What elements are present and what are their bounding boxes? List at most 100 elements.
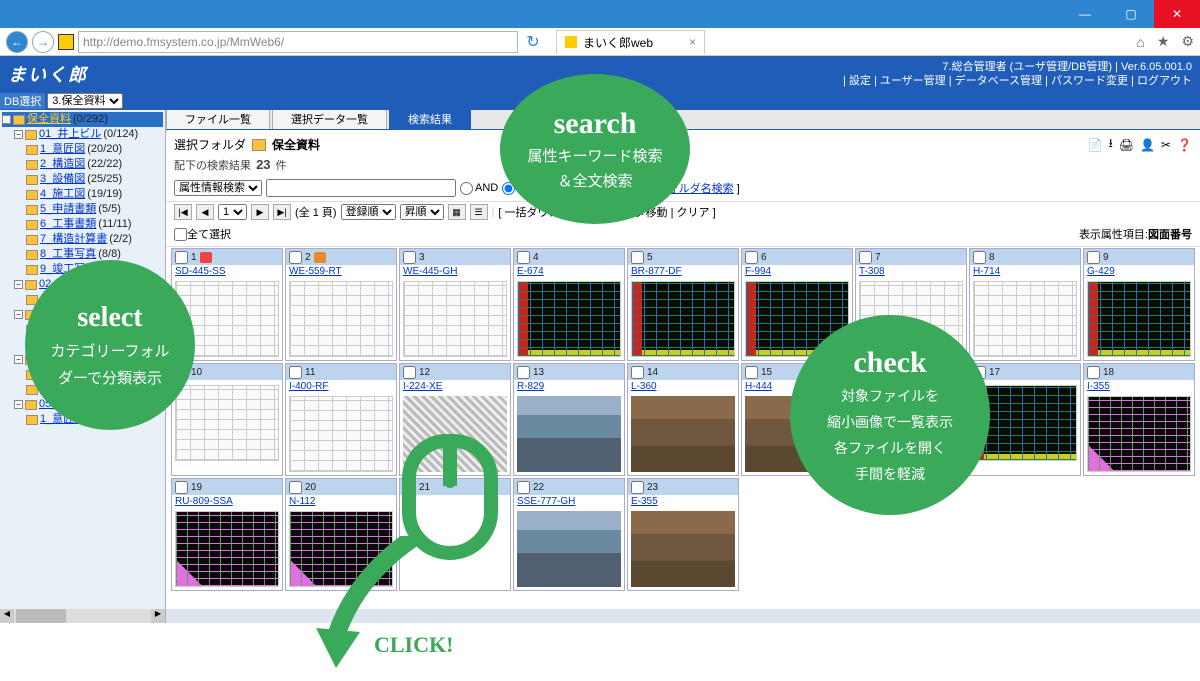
db-select[interactable]: 3.保全資料	[47, 93, 123, 109]
home-icon[interactable]: ⌂	[1136, 34, 1144, 50]
tree-node[interactable]: 6_工事書類 (11/11)	[2, 217, 163, 232]
back-button[interactable]: ←	[6, 31, 28, 53]
sidebar-hscroll[interactable]: ◀▶	[0, 609, 165, 623]
toolbar-icon[interactable]: ✂	[1161, 138, 1171, 152]
file-thumbnail[interactable]	[628, 393, 738, 475]
card-checkbox[interactable]	[517, 251, 530, 264]
card-checkbox[interactable]	[175, 481, 188, 494]
card-checkbox[interactable]	[745, 251, 758, 264]
file-code-link[interactable]: R-829	[517, 381, 544, 392]
tree-node[interactable]: 1_意匠図 (20/20)	[2, 142, 163, 157]
search-mode-select[interactable]: 属性情報検索	[174, 180, 262, 196]
file-code-link[interactable]: WE-445-GH	[403, 266, 457, 277]
card-checkbox[interactable]	[1087, 366, 1100, 379]
card-checkbox[interactable]	[631, 481, 644, 494]
pager-first[interactable]: |◀	[174, 204, 192, 220]
address-bar[interactable]	[78, 31, 518, 53]
file-card[interactable]: 4E-674	[513, 248, 625, 361]
file-card[interactable]: 13R-829	[513, 363, 625, 476]
file-card[interactable]: 10	[171, 363, 283, 476]
toolbar-icon[interactable]: 📄	[1088, 138, 1103, 152]
toolbar-icon[interactable]: 👤	[1140, 138, 1155, 152]
pager-prev[interactable]: ◀	[196, 204, 214, 220]
file-code-link[interactable]: E-355	[631, 496, 658, 507]
file-thumbnail[interactable]	[514, 278, 624, 360]
minimize-button[interactable]: —	[1062, 0, 1108, 28]
card-checkbox[interactable]	[517, 366, 530, 379]
card-checkbox[interactable]	[631, 366, 644, 379]
file-thumbnail[interactable]	[286, 393, 396, 475]
sort2-select[interactable]: 昇順	[400, 204, 444, 220]
tree-node[interactable]: −01_井上ビル (0/124)	[2, 127, 163, 142]
file-thumbnail[interactable]	[628, 278, 738, 360]
card-checkbox[interactable]	[289, 366, 302, 379]
file-thumbnail[interactable]	[400, 278, 510, 360]
card-checkbox[interactable]	[1087, 251, 1100, 264]
sort1-select[interactable]: 登録順	[341, 204, 396, 220]
tree-node[interactable]: 3_設備図 (25/25)	[2, 172, 163, 187]
and-radio[interactable]	[460, 182, 473, 195]
file-thumbnail[interactable]	[172, 382, 282, 464]
file-thumbnail[interactable]	[514, 393, 624, 475]
card-checkbox[interactable]	[403, 366, 416, 379]
tree-node[interactable]: 4_施工図 (19/19)	[2, 187, 163, 202]
file-code-link[interactable]: H-714	[973, 266, 1000, 277]
tree-node[interactable]: 5_申請書類 (5/5)	[2, 202, 163, 217]
tree-node[interactable]: −保全資料 (0/292)	[2, 112, 163, 127]
card-checkbox[interactable]	[175, 251, 188, 264]
file-thumbnail[interactable]	[172, 508, 282, 590]
main-tab[interactable]: 選択データ一覧	[272, 110, 387, 129]
file-code-link[interactable]: BR-877-DF	[631, 266, 682, 277]
maximize-button[interactable]: ▢	[1108, 0, 1154, 28]
card-checkbox[interactable]	[631, 251, 644, 264]
tree-node[interactable]: 7_構造計算書 (2/2)	[2, 232, 163, 247]
file-thumbnail[interactable]	[1084, 278, 1194, 360]
tools-icon[interactable]: ⚙	[1181, 33, 1194, 50]
file-card[interactable]: 8H-714	[969, 248, 1081, 361]
file-card[interactable]: 2WE-559-RT	[285, 248, 397, 361]
file-thumbnail[interactable]	[628, 508, 738, 590]
file-card[interactable]: 22SSE-777-GH	[513, 478, 625, 591]
file-thumbnail[interactable]	[286, 278, 396, 360]
file-code-link[interactable]: RU-809-SSA	[175, 496, 233, 507]
card-checkbox[interactable]	[973, 251, 986, 264]
file-code-link[interactable]: SD-445-SS	[175, 266, 226, 277]
file-card[interactable]: 9G-429	[1083, 248, 1195, 361]
toolbar-icon[interactable]: ⭳	[1109, 134, 1113, 155]
file-card[interactable]: 3WE-445-GH	[399, 248, 511, 361]
toolbar-icon[interactable]: 🖨	[1119, 138, 1134, 152]
file-code-link[interactable]: N-112	[289, 496, 316, 507]
file-code-link[interactable]: G-429	[1087, 266, 1115, 277]
file-card[interactable]: 5BR-877-DF	[627, 248, 739, 361]
browser-tab[interactable]: まいく郎web ×	[556, 30, 705, 54]
card-checkbox[interactable]	[517, 481, 530, 494]
select-all-checkbox[interactable]	[174, 228, 187, 241]
file-card[interactable]: 19RU-809-SSA	[171, 478, 283, 591]
tree-node[interactable]: 8_工事写真 (8/8)	[2, 247, 163, 262]
file-code-link[interactable]: I-355	[1087, 381, 1110, 392]
header-menu[interactable]: | 設定 | ユーザー管理 | データベース管理 | パスワード変更 | ログア…	[843, 74, 1192, 88]
file-code-link[interactable]: SSE-777-GH	[517, 496, 575, 507]
view-thumb-button[interactable]: ▦	[448, 204, 466, 220]
page-select[interactable]: 1	[218, 204, 247, 220]
main-tab[interactable]: 検索結果	[389, 110, 471, 129]
pager-link[interactable]: クリア	[677, 207, 710, 219]
file-thumbnail[interactable]	[514, 508, 624, 590]
file-code-link[interactable]: T-308	[859, 266, 885, 277]
file-code-link[interactable]: WE-559-RT	[289, 266, 342, 277]
pager-last[interactable]: ▶|	[273, 204, 291, 220]
file-card[interactable]: 18I-355	[1083, 363, 1195, 476]
file-card[interactable]: 11I-400-RF	[285, 363, 397, 476]
file-code-link[interactable]: I-400-RF	[289, 381, 328, 392]
card-checkbox[interactable]	[745, 366, 758, 379]
main-tab[interactable]: ファイル一覧	[166, 110, 270, 129]
pager-next[interactable]: ▶	[251, 204, 269, 220]
close-button[interactable]: ✕	[1154, 0, 1200, 28]
toolbar-icon[interactable]: ❓	[1177, 138, 1192, 152]
card-checkbox[interactable]	[403, 251, 416, 264]
file-code-link[interactable]: I-224-XE	[403, 381, 442, 392]
search-input[interactable]	[266, 179, 456, 197]
forward-button[interactable]: →	[32, 31, 54, 53]
file-code-link[interactable]: H-444	[745, 381, 772, 392]
file-card[interactable]: 23E-355	[627, 478, 739, 591]
